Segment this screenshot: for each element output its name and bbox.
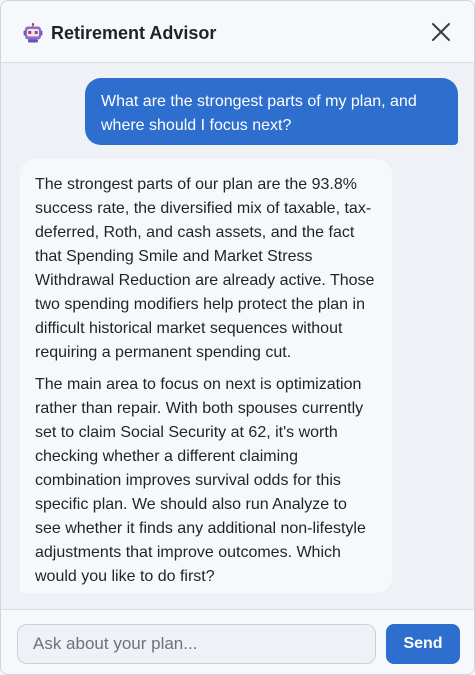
assistant-message: The strongest parts of our plan are the … — [20, 159, 392, 593]
chat-input[interactable] — [17, 624, 376, 664]
chat-messages: What are the strongest parts of my plan,… — [1, 63, 474, 609]
assistant-paragraph: The main area to focus on next is optimi… — [35, 376, 366, 585]
header: Retirement Advisor — [1, 1, 474, 63]
assistant-paragraph: The strongest parts of our plan are the … — [35, 176, 375, 361]
send-button[interactable]: Send — [386, 624, 460, 664]
user-message: What are the strongest parts of my plan,… — [85, 78, 458, 145]
chat-window: Retirement Advisor What are the stronges… — [0, 0, 475, 675]
composer: Send — [1, 609, 474, 674]
robot-icon — [23, 23, 43, 43]
window-title: Retirement Advisor — [51, 23, 217, 43]
close-icon[interactable] — [428, 19, 454, 45]
